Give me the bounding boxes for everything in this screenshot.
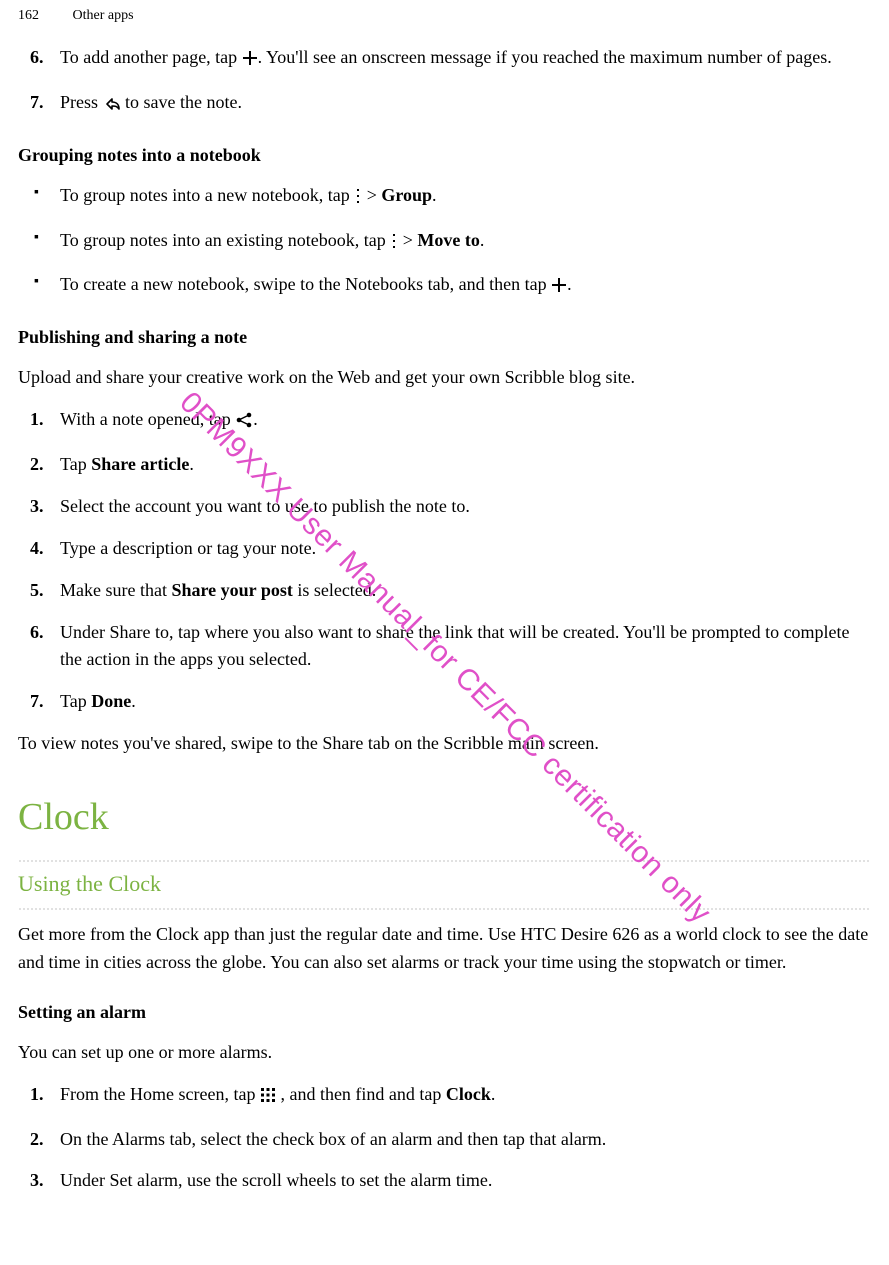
step-number: 3. [30, 1167, 44, 1195]
bullet2-b: > [398, 230, 417, 250]
step-number: 7. [30, 688, 44, 716]
step-number: 3. [30, 493, 44, 521]
step7-text-before: Press [60, 92, 103, 112]
step-7: 7. Press to save the note. [18, 89, 871, 120]
step7-text-after: to save the note. [121, 92, 242, 112]
step-number: 1. [30, 406, 44, 434]
pub3-text: Select the account you want to use to pu… [60, 496, 470, 516]
page-number: 162 [18, 8, 39, 24]
alarm-step-2: 2. On the Alarms tab, select the check b… [18, 1126, 871, 1154]
pub5-b: Share your post [171, 580, 292, 600]
share-icon [235, 409, 253, 437]
pub-step-7: 7. Tap Done. [18, 688, 871, 716]
publish-steps: 1. With a note opened, tap . 2. Tap Shar… [18, 406, 871, 716]
step-number: 6. [30, 44, 44, 72]
publish-intro: Upload and share your creative work on t… [18, 364, 871, 392]
chapter-title: Other apps [73, 8, 134, 23]
step-number: 7. [30, 89, 44, 117]
pub7-c: . [131, 691, 136, 711]
alarm-step-1: 1. From the Home screen, tap , and then … [18, 1081, 871, 1112]
bullet1-d: . [432, 185, 437, 205]
page-header: 162 Other apps [18, 0, 871, 44]
note-steps-continued: 6. To add another page, tap . You'll see… [18, 44, 871, 120]
step-number: 2. [30, 1126, 44, 1154]
pub5-c: is selected. [293, 580, 376, 600]
alarm-intro: You can set up one or more alarms. [18, 1039, 871, 1067]
bullet3-b: . [567, 274, 572, 294]
pub-step-3: 3. Select the account you want to use to… [18, 493, 871, 521]
heading-publishing: Publishing and sharing a note [18, 324, 871, 352]
step-6: 6. To add another page, tap . You'll see… [18, 44, 871, 75]
pub1-b: . [253, 409, 258, 429]
bullet3-a: To create a new notebook, swipe to the N… [60, 274, 551, 294]
heading-clock: Clock [18, 788, 871, 847]
pub5-a: Make sure that [60, 580, 171, 600]
step-number: 5. [30, 577, 44, 605]
pub2-a: Tap [60, 454, 91, 474]
heading-setting-alarm: Setting an alarm [18, 999, 871, 1027]
pub7-b: Done [91, 691, 131, 711]
menu-dots-icon [390, 230, 398, 258]
al1-a: From the Home screen, tap [60, 1084, 260, 1104]
pub2-c: . [189, 454, 194, 474]
alarm-step-3: 3. Under Set alarm, use the scroll wheel… [18, 1167, 871, 1195]
al1-b: , and then find and tap [276, 1084, 446, 1104]
pub-step-4: 4. Type a description or tag your note. [18, 535, 871, 563]
pub2-b: Share article [91, 454, 189, 474]
bullet1-b: > [362, 185, 381, 205]
grouping-bullets: To group notes into a new notebook, tap … [18, 182, 871, 303]
pub4-text: Type a description or tag your note. [60, 538, 316, 558]
bullet1-c: Group [381, 185, 432, 205]
bullet2-a: To group notes into an existing notebook… [60, 230, 390, 250]
step6-text-before: To add another page, tap [60, 47, 242, 67]
heading-grouping: Grouping notes into a notebook [18, 142, 871, 170]
pub-step-2: 2. Tap Share article. [18, 451, 871, 479]
al2-text: On the Alarms tab, select the check box … [60, 1129, 606, 1149]
bullet2-d: . [480, 230, 485, 250]
pub-step-5: 5. Make sure that Share your post is sel… [18, 577, 871, 605]
pub1-a: With a note opened, tap [60, 409, 235, 429]
pub7-a: Tap [60, 691, 91, 711]
clock-intro: Get more from the Clock app than just th… [18, 921, 871, 977]
al3-text: Under Set alarm, use the scroll wheels t… [60, 1170, 492, 1190]
back-icon [103, 92, 121, 120]
pub-step-6: 6. Under Share to, tap where you also wa… [18, 619, 871, 675]
menu-dots-icon [354, 185, 362, 213]
plus-icon [242, 47, 258, 75]
step-number: 1. [30, 1081, 44, 1109]
bullet-create-notebook: To create a new notebook, swipe to the N… [18, 271, 871, 302]
pub-step-1: 1. With a note opened, tap . [18, 406, 871, 437]
step-number: 6. [30, 619, 44, 647]
al1-d: . [491, 1084, 496, 1104]
bullet2-c: Move to [417, 230, 479, 250]
al1-c: Clock [446, 1084, 491, 1104]
bullet-group-new: To group notes into a new notebook, tap … [18, 182, 871, 213]
alarm-steps: 1. From the Home screen, tap , and then … [18, 1081, 871, 1196]
step6-text-after: . You'll see an onscreen message if you … [258, 47, 832, 67]
bullet-group-existing: To group notes into an existing notebook… [18, 227, 871, 258]
divider-dotted [18, 859, 871, 863]
apps-grid-icon [260, 1084, 276, 1112]
bullet1-a: To group notes into a new notebook, tap [60, 185, 354, 205]
step-number: 4. [30, 535, 44, 563]
step-number: 2. [30, 451, 44, 479]
plus-icon [551, 274, 567, 302]
divider-dotted [18, 907, 871, 911]
heading-using-clock: Using the Clock [18, 867, 871, 901]
publish-outro: To view notes you've shared, swipe to th… [18, 730, 871, 758]
pub6-text: Under Share to, tap where you also want … [60, 622, 850, 670]
